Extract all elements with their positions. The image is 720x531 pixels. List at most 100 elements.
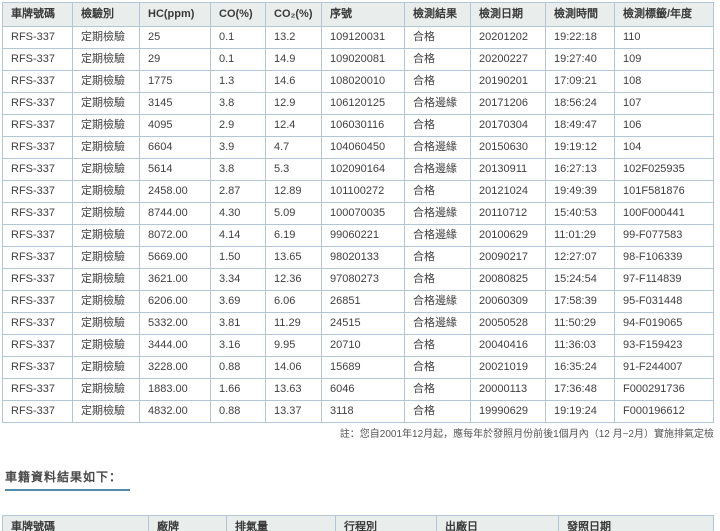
inspection-results-table: 車牌號碼 檢驗別 HC(ppm) CO(%) CO₂(%) 序號 檢測結果 檢測日期 檢測時間檢… bbox=[2, 2, 714, 423]
table-cell: 11:01:29 bbox=[545, 224, 615, 247]
table-row: RFS-337 定期檢驗 3621.00 3.34 12.36 97080273 合格 200… bbox=[2, 268, 714, 291]
table-row: RFS-337 定期檢驗 4095 2.9 12.4 106030116 合格 2017030… bbox=[2, 114, 714, 137]
table-cell: 2458.00 bbox=[139, 180, 211, 203]
table-row: RFS-337 定期檢驗 4832.00 0.88 13.37 3118 合格 1999062… bbox=[2, 400, 714, 423]
table-cell: 6046 bbox=[321, 378, 405, 401]
table-cell: 12.89 bbox=[265, 180, 322, 203]
table-cell: 14.6 bbox=[265, 70, 322, 93]
table-cell: 合格 bbox=[404, 356, 471, 379]
table-cell: 定期檢驗 bbox=[72, 26, 140, 49]
table-cell: 合格邊緣 bbox=[404, 158, 471, 181]
table-cell: 100070035 bbox=[321, 202, 405, 225]
table-cell: 108 bbox=[614, 70, 714, 93]
table-cell: 12.9 bbox=[265, 92, 322, 115]
table-cell: 5332.00 bbox=[139, 312, 211, 335]
table-cell: 2.9 bbox=[210, 114, 266, 137]
table-cell: 20021019 bbox=[470, 356, 546, 379]
table-cell: 109 bbox=[614, 48, 714, 71]
column-header: 檢測日期 bbox=[470, 2, 546, 27]
table-cell: 定期檢驗 bbox=[72, 400, 140, 423]
table-cell: RFS-337 bbox=[2, 400, 73, 423]
table-cell: 100F000441 bbox=[614, 202, 714, 225]
vehicle-data-section-heading: 車籍資料結果如下： bbox=[5, 468, 131, 491]
table-cell: 定期檢驗 bbox=[72, 114, 140, 137]
table-cell: 3444.00 bbox=[139, 334, 211, 357]
table-cell: 20190201 bbox=[470, 70, 546, 93]
column-header: 檢驗別 bbox=[72, 2, 140, 27]
table-cell: 9.95 bbox=[265, 334, 322, 357]
column-header: 發照日期 bbox=[558, 515, 714, 531]
table-cell: 0.1 bbox=[210, 48, 266, 71]
table-cell: 20130911 bbox=[470, 158, 546, 181]
table-cell: 定期檢驗 bbox=[72, 312, 140, 335]
table-cell: 12:27:07 bbox=[545, 246, 615, 269]
table-cell: 19990629 bbox=[470, 400, 546, 423]
table-row: RFS-337 定期檢驗 5614 3.8 5.3 102090164 合格邊緣 201309… bbox=[2, 158, 714, 181]
table-cell: 110 bbox=[614, 26, 714, 49]
table-cell: 3621.00 bbox=[139, 268, 211, 291]
table-cell: 合格 bbox=[404, 246, 471, 269]
table-cell: 20200227 bbox=[470, 48, 546, 71]
table-cell: RFS-337 bbox=[2, 224, 73, 247]
table-row: RFS-337 定期檢驗 3228.00 0.88 14.06 15689 合格 200210… bbox=[2, 356, 714, 379]
vehicle-registration-table: 車牌號碼廠牌排氣量行程別出廠日發照日期 RFS-337三陽49二行程199610… bbox=[2, 515, 714, 531]
table-cell: 106120125 bbox=[321, 92, 405, 115]
column-header: 行程別 bbox=[335, 515, 437, 531]
table-cell: 合格 bbox=[404, 48, 471, 71]
table-row: RFS-337 定期檢驗 25 0.1 13.2 109120031 合格 20201202 1… bbox=[2, 26, 714, 49]
table-cell: 合格邊緣 bbox=[404, 312, 471, 335]
table-cell: RFS-337 bbox=[2, 136, 73, 159]
table-cell: 0.88 bbox=[210, 400, 266, 423]
table-cell: 合格邊緣 bbox=[404, 290, 471, 313]
table-cell: 定期檢驗 bbox=[72, 48, 140, 71]
table-cell: 17:09:21 bbox=[545, 70, 615, 93]
table-row: RFS-337 定期檢驗 8072.00 4.14 6.19 99060221 合格邊緣 20… bbox=[2, 224, 714, 247]
table-cell: 13.63 bbox=[265, 378, 322, 401]
table-cell: 97-F114839 bbox=[614, 268, 714, 291]
table-cell: 24515 bbox=[321, 312, 405, 335]
table-row: RFS-337 定期檢驗 5332.00 3.81 11.29 24515 合格邊緣 2005… bbox=[2, 312, 714, 335]
column-header: CO₂(%) bbox=[265, 2, 322, 27]
table-row: RFS-337 定期檢驗 3145 3.8 12.9 106120125 合格邊緣 20171… bbox=[2, 92, 714, 115]
table-cell: 99060221 bbox=[321, 224, 405, 247]
column-header: 檢測標籤/年度 bbox=[614, 2, 714, 27]
table-cell: RFS-337 bbox=[2, 290, 73, 313]
table-cell: 定期檢驗 bbox=[72, 202, 140, 225]
table-cell: 19:19:24 bbox=[545, 400, 615, 423]
table-cell: 17:58:39 bbox=[545, 290, 615, 313]
table-cell: 5614 bbox=[139, 158, 211, 181]
table-cell: 20040416 bbox=[470, 334, 546, 357]
table-cell: 13.37 bbox=[265, 400, 322, 423]
table-cell: 20000113 bbox=[470, 378, 546, 401]
table-cell: RFS-337 bbox=[2, 268, 73, 291]
table-cell: 14.9 bbox=[265, 48, 322, 71]
table-cell: 3.9 bbox=[210, 136, 266, 159]
table-cell: 0.88 bbox=[210, 356, 266, 379]
column-header: 車牌號碼 bbox=[2, 515, 149, 531]
table-cell: 定期檢驗 bbox=[72, 70, 140, 93]
column-header: HC(ppm) bbox=[139, 2, 211, 27]
table-cell: 3.81 bbox=[210, 312, 266, 335]
table-cell: 3118 bbox=[321, 400, 405, 423]
table-cell: RFS-337 bbox=[2, 114, 73, 137]
table-cell: 合格邊緣 bbox=[404, 136, 471, 159]
table-cell: 13.2 bbox=[265, 26, 322, 49]
table-cell: 11.29 bbox=[265, 312, 322, 335]
table-cell: 定期檢驗 bbox=[72, 246, 140, 269]
table-cell: 95-F031448 bbox=[614, 290, 714, 313]
table-cell: 3145 bbox=[139, 92, 211, 115]
table-cell: 18:49:47 bbox=[545, 114, 615, 137]
table-cell: 29 bbox=[139, 48, 211, 71]
table-cell: 26851 bbox=[321, 290, 405, 313]
table-cell: 6604 bbox=[139, 136, 211, 159]
table-cell: RFS-337 bbox=[2, 70, 73, 93]
table-cell: 合格邊緣 bbox=[404, 224, 471, 247]
table-cell: 合格 bbox=[404, 378, 471, 401]
table-cell: 合格邊緣 bbox=[404, 202, 471, 225]
table-cell: 6206.00 bbox=[139, 290, 211, 313]
table-cell: 定期檢驗 bbox=[72, 378, 140, 401]
table-cell: 102090164 bbox=[321, 158, 405, 181]
table-cell: 定期檢驗 bbox=[72, 92, 140, 115]
table-cell: 19:22:18 bbox=[545, 26, 615, 49]
table-cell: 定期檢驗 bbox=[72, 180, 140, 203]
